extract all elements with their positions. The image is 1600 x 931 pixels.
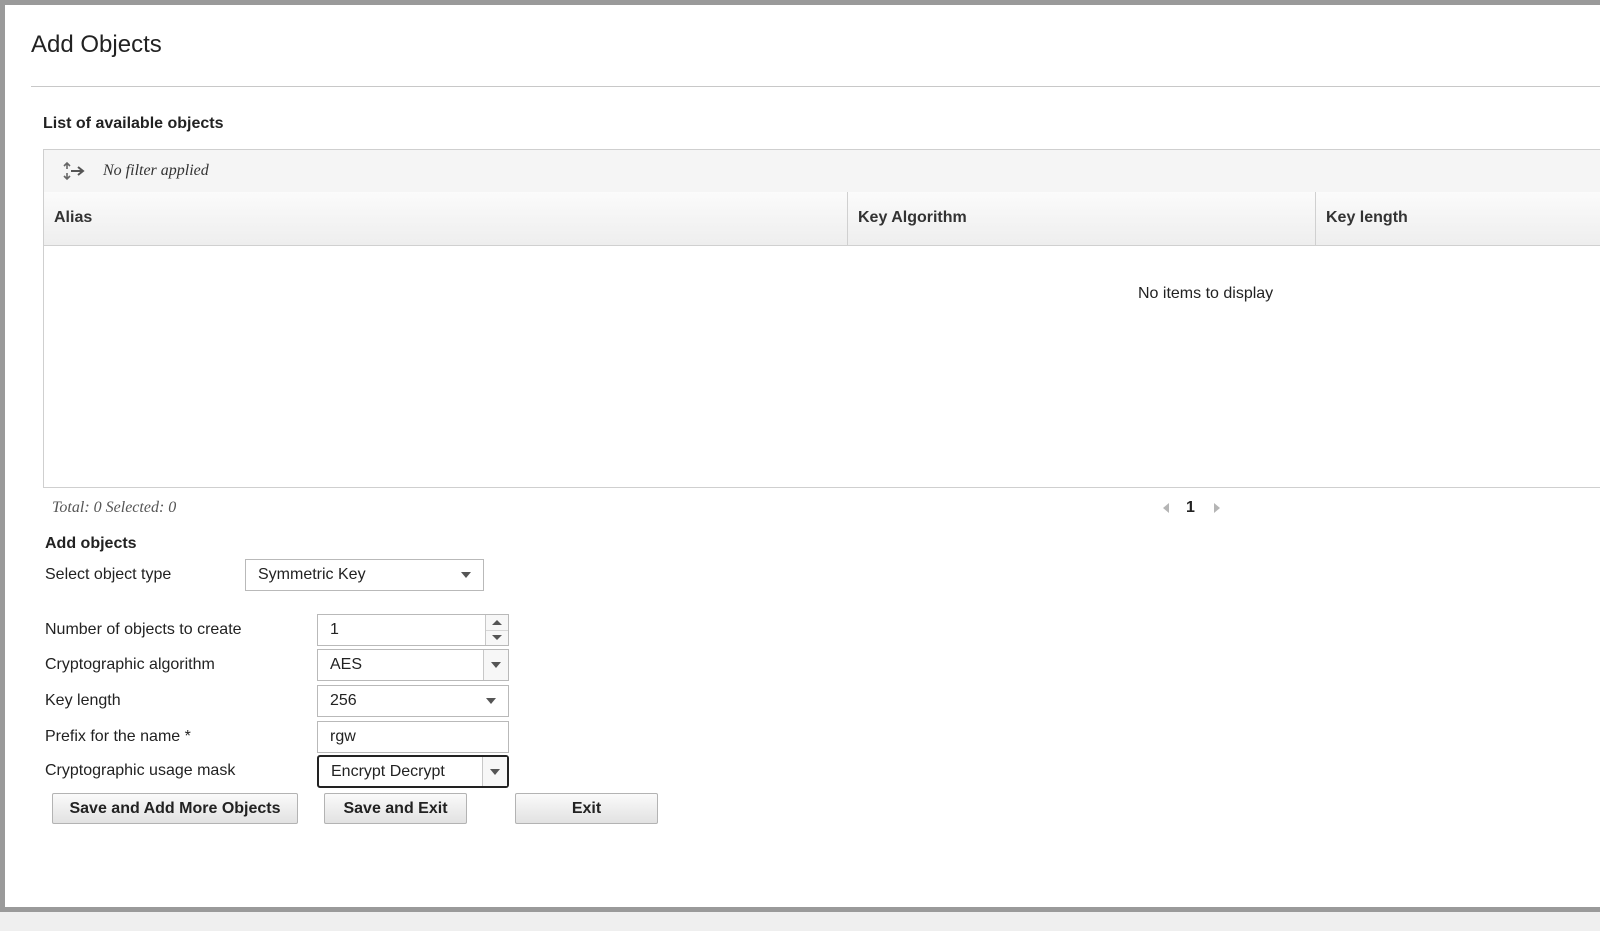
- usage-mask-combobox[interactable]: Encrypt Decrypt: [317, 755, 509, 788]
- object-count-stepper[interactable]: 1: [317, 614, 509, 646]
- chevron-right-icon[interactable]: [1214, 503, 1220, 513]
- title-divider: [31, 86, 1600, 87]
- filter-status-text: No filter applied: [103, 162, 209, 179]
- filter-toggle-icon[interactable]: [63, 161, 87, 181]
- algorithm-dropdown-button[interactable]: [483, 650, 508, 680]
- chevron-down-icon: [490, 768, 500, 775]
- objects-grid: No filter applied Alias Key Algorithm Ke…: [43, 149, 1600, 488]
- name-prefix-value: rgw: [330, 728, 356, 745]
- object-count-spinner: [485, 615, 508, 645]
- name-prefix-label: Prefix for the name *: [45, 728, 191, 745]
- column-header-key-length[interactable]: Key length: [1316, 192, 1600, 245]
- object-type-value: Symmetric Key: [258, 566, 366, 583]
- decrement-button[interactable]: [486, 630, 508, 645]
- add-objects-heading: Add objects: [45, 535, 137, 552]
- filter-bar: No filter applied: [44, 150, 1600, 193]
- caret-up-icon: [492, 620, 502, 625]
- algorithm-combobox[interactable]: AES: [317, 649, 509, 681]
- usage-mask-value: Encrypt Decrypt: [331, 762, 445, 780]
- save-and-add-more-button[interactable]: Save and Add More Objects: [52, 793, 298, 824]
- usage-mask-dropdown-button[interactable]: [482, 757, 507, 786]
- algorithm-value: AES: [330, 656, 363, 673]
- key-length-label: Key length: [45, 692, 121, 709]
- current-page-number[interactable]: 1: [1186, 499, 1195, 517]
- name-prefix-input[interactable]: rgw: [317, 721, 509, 753]
- increment-button[interactable]: [486, 615, 508, 631]
- page-title: Add Objects: [31, 31, 162, 58]
- chevron-down-icon: [491, 662, 501, 668]
- chevron-down-icon: [486, 698, 496, 704]
- object-type-label: Select object type: [45, 566, 172, 583]
- key-length-select[interactable]: 256: [317, 685, 509, 717]
- object-count-label: Number of objects to create: [45, 621, 242, 638]
- empty-grid-message: No items to display: [1138, 285, 1274, 302]
- object-count-value: 1: [330, 621, 339, 638]
- key-length-value: 256: [330, 692, 357, 709]
- chevron-down-icon: [461, 572, 471, 578]
- object-type-select[interactable]: Symmetric Key: [245, 559, 484, 591]
- grid-header: Alias Key Algorithm Key length: [44, 192, 1600, 246]
- exit-button[interactable]: Exit: [515, 793, 658, 824]
- usage-mask-label: Cryptographic usage mask: [45, 762, 236, 779]
- column-header-key-algorithm[interactable]: Key Algorithm: [848, 192, 1316, 245]
- caret-down-icon: [492, 635, 502, 640]
- column-header-alias[interactable]: Alias: [44, 192, 848, 245]
- selection-summary: Total: 0 Selected: 0: [52, 499, 177, 516]
- objects-list-heading: List of available objects: [43, 115, 224, 132]
- save-and-exit-button[interactable]: Save and Exit: [324, 793, 467, 824]
- algorithm-label: Cryptographic algorithm: [45, 656, 215, 673]
- chevron-left-icon[interactable]: [1163, 503, 1169, 513]
